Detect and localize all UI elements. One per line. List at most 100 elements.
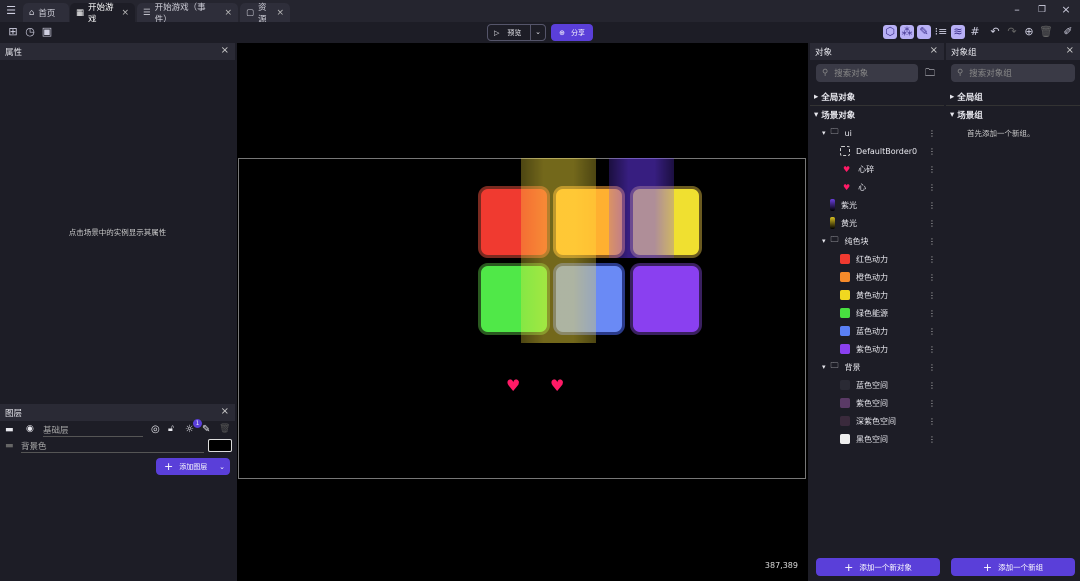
object-item[interactable]: 蓝色空间 ⋮ — [810, 376, 944, 394]
edit-icon[interactable]: ✎ — [202, 424, 210, 435]
object-item[interactable]: 绿色能源 ⋮ — [810, 304, 944, 322]
yellow-light[interactable] — [521, 158, 596, 343]
object-label: 深紫色空间 — [856, 416, 896, 426]
tab-events[interactable]: ☰ 开始游戏（事件） × — [137, 3, 238, 25]
grid-icon[interactable]: # — [968, 25, 982, 39]
eye-icon[interactable]: ◎ — [151, 424, 160, 435]
close-icon[interactable]: × — [224, 8, 232, 18]
panel-title: 属性 — [5, 48, 23, 58]
lock-icon[interactable]: 🔓︎ — [168, 424, 174, 434]
more-options-icon[interactable]: ⋮ — [928, 273, 936, 282]
close-icon[interactable]: × — [221, 45, 229, 56]
object-item[interactable]: 红色动力 ⋮ — [810, 250, 944, 268]
undo-icon[interactable]: ↶ — [988, 25, 1002, 39]
folder-item[interactable]: ▾ 🗀 ui ⋮ — [810, 124, 944, 142]
more-options-icon[interactable]: ⋮ — [928, 435, 936, 444]
more-options-icon[interactable]: ⋮ — [928, 309, 936, 318]
layout-icon[interactable]: ⊞ — [6, 25, 20, 39]
search-groups-input[interactable]: ⚲ 搜索对象组 — [951, 64, 1075, 82]
object-item[interactable]: 紫色动力 ⋮ — [810, 340, 944, 358]
more-options-icon[interactable]: ⋮ — [928, 237, 936, 246]
purple-light[interactable] — [609, 158, 674, 258]
object-item[interactable]: DefaultBorder0 ⋮ — [810, 142, 944, 160]
section-label: 场景组 — [957, 111, 983, 121]
broken-heart-icon[interactable]: ♥ — [550, 376, 564, 395]
background-color-swatch[interactable] — [208, 439, 232, 452]
folder-item[interactable]: ▾ 🗀 纯色块 ⋮ — [810, 232, 944, 250]
more-options-icon[interactable]: ⋮ — [928, 399, 936, 408]
object-item[interactable]: ♥ 心 ⋮ — [810, 178, 944, 196]
more-options-icon[interactable]: ⋮ — [928, 165, 936, 174]
object-item[interactable]: 黑色空间 ⋮ — [810, 430, 944, 448]
more-options-icon[interactable]: ⋮ — [928, 327, 936, 336]
object-icon[interactable]: ⬡ — [883, 25, 897, 39]
preview-button[interactable]: ▷ 预览 ⌄ — [487, 24, 546, 41]
folder-icon: 🗀 — [830, 361, 839, 370]
close-icon[interactable]: × — [1066, 45, 1074, 56]
add-object-button[interactable]: + 添加一个新对象 — [816, 558, 940, 576]
chevron-down-icon[interactable]: ⌄ — [530, 25, 545, 40]
more-options-icon[interactable]: ⋮ — [928, 201, 936, 210]
drag-handle-icon: ▬ — [5, 441, 14, 451]
menu-icon[interactable]: ☰ — [4, 4, 18, 18]
more-options-icon[interactable]: ⋮ — [928, 219, 936, 228]
close-icon[interactable]: × — [930, 45, 938, 56]
delete-icon[interactable]: 🗑 — [1039, 25, 1053, 39]
more-options-icon[interactable]: ⋮ — [928, 291, 936, 300]
purple-block[interactable] — [630, 263, 702, 335]
tab-resources[interactable]: ▢ 资源 × — [240, 3, 290, 25]
layer-name-input[interactable]: 基础层 — [43, 424, 143, 437]
add-folder-icon[interactable]: 🗀 — [925, 66, 935, 83]
scene-objects-section[interactable]: ▾ 场景对象 — [810, 106, 944, 124]
object-item[interactable]: 紫光 ⋮ — [810, 196, 944, 214]
add-layer-button[interactable]: + 添加图层 ⌄ — [156, 458, 230, 475]
tab-scene[interactable]: ▦ 开始游戏 × — [70, 3, 135, 25]
window-close-icon[interactable]: × — [1059, 3, 1073, 17]
radio-selected-icon[interactable]: ◉ — [26, 424, 34, 434]
object-item[interactable]: 黄色动力 ⋮ — [810, 286, 944, 304]
object-item[interactable]: 黄光 ⋮ — [810, 214, 944, 232]
more-options-icon[interactable]: ⋮ — [928, 363, 936, 372]
layers-icon[interactable]: ≋ — [951, 25, 965, 39]
history-icon[interactable]: ◷ — [23, 25, 37, 39]
object-item[interactable]: 蓝色动力 ⋮ — [810, 322, 944, 340]
objects-group-icon[interactable]: ⁂ — [900, 25, 914, 39]
minimize-icon[interactable]: – — [1010, 3, 1024, 17]
more-options-icon[interactable]: ⋮ — [928, 147, 936, 156]
more-options-icon[interactable]: ⋮ — [928, 183, 936, 192]
drag-handle-icon[interactable]: ▬ — [5, 425, 14, 435]
edit-properties-icon[interactable]: ✐ — [1061, 25, 1075, 39]
object-item[interactable]: 深紫色空间 ⋮ — [810, 412, 944, 430]
share-button[interactable]: ⊕ 分享 — [551, 24, 593, 41]
restore-icon[interactable]: ❐ — [1035, 3, 1049, 17]
object-item[interactable]: 橙色动力 ⋮ — [810, 268, 944, 286]
global-groups-section[interactable]: ▸ 全局组 — [946, 88, 1080, 106]
delete-icon[interactable]: 🗑 — [219, 424, 230, 434]
list-icon[interactable]: ⁝≡ — [934, 25, 948, 39]
save-icon[interactable]: ▣ — [40, 25, 54, 39]
properties-panel: 属性 × 点击场景中的实例显示其属性 — [0, 43, 235, 403]
add-group-button[interactable]: + 添加一个新组 — [951, 558, 1075, 576]
edit-icon[interactable]: ✎ — [917, 25, 931, 39]
more-options-icon[interactable]: ⋮ — [928, 129, 936, 138]
scene-groups-section[interactable]: ▾ 场景组 — [946, 106, 1080, 124]
close-icon[interactable]: × — [276, 8, 284, 18]
chevron-down-icon[interactable]: ⌄ — [219, 463, 225, 471]
object-item[interactable]: ♥ 心碎 ⋮ — [810, 160, 944, 178]
close-icon[interactable]: × — [121, 8, 129, 18]
tab-home[interactable]: ⌂ 首页 — [23, 3, 69, 22]
more-options-icon[interactable]: ⋮ — [928, 345, 936, 354]
scene-canvas[interactable]: ♥ ♥ 387,389 — [237, 43, 808, 581]
zoom-icon[interactable]: ⊕ — [1022, 25, 1036, 39]
more-options-icon[interactable]: ⋮ — [928, 381, 936, 390]
folder-item[interactable]: ▾ 🗀 背景 ⋮ — [810, 358, 944, 376]
more-options-icon[interactable]: ⋮ — [928, 417, 936, 426]
search-objects-input[interactable]: ⚲ 搜索对象 — [816, 64, 918, 82]
close-icon[interactable]: × — [221, 406, 229, 417]
heart-icon[interactable]: ♥ — [506, 376, 520, 395]
more-options-icon[interactable]: ⋮ — [928, 255, 936, 264]
home-icon: ⌂ — [29, 7, 35, 18]
global-objects-section[interactable]: ▸ 全局对象 — [810, 88, 944, 106]
redo-icon[interactable]: ↷ — [1005, 25, 1019, 39]
object-item[interactable]: 紫色空间 ⋮ — [810, 394, 944, 412]
